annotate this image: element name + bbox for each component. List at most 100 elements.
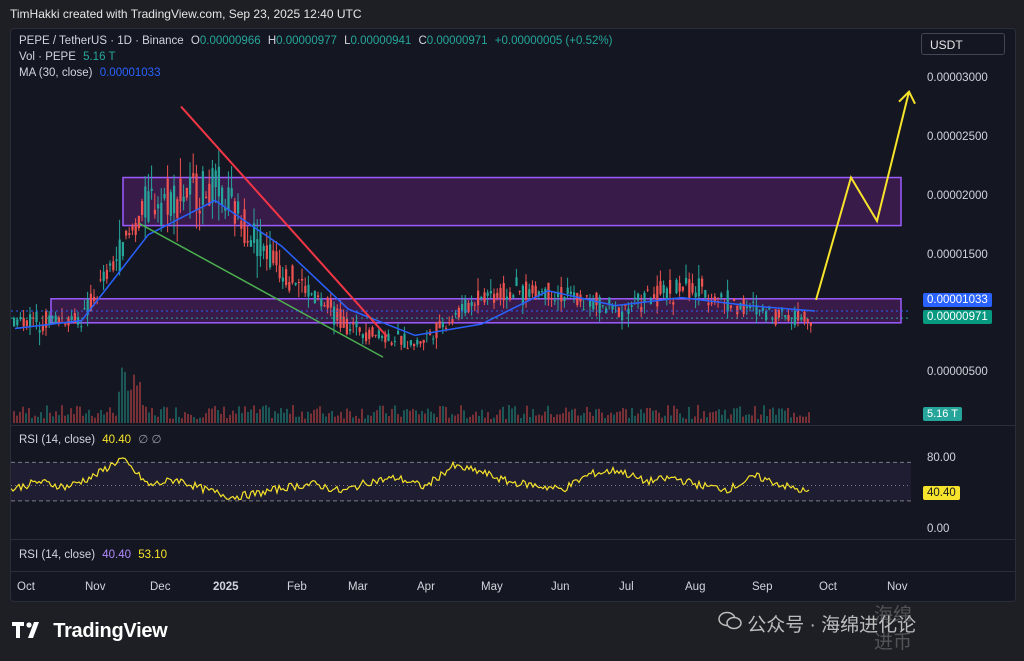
candle-body xyxy=(409,340,412,346)
change-value: +0.00000005 (+0.52%) xyxy=(494,35,613,47)
candle-body xyxy=(48,315,51,324)
tradingview-logo[interactable]: TradingView xyxy=(12,620,168,643)
volume-label[interactable]: Vol · PEPE xyxy=(19,51,76,63)
candle-body xyxy=(454,312,457,315)
volume-bar xyxy=(163,406,165,423)
ma-label[interactable]: MA (30, close) xyxy=(19,67,93,79)
candle-body xyxy=(630,305,633,308)
volume-bar xyxy=(595,409,597,423)
pane-separator[interactable] xyxy=(11,425,1015,426)
volume-bar xyxy=(739,406,741,423)
rsi-label[interactable]: RSI (14, close) xyxy=(19,434,95,446)
rsi-tag: 40.40 xyxy=(923,486,960,500)
volume-bar xyxy=(34,415,36,423)
chart-canvas[interactable] xyxy=(11,29,1015,601)
volume-bar xyxy=(169,418,171,423)
symbol-label[interactable]: PEPE / TetherUS · 1D · Binance xyxy=(19,35,184,47)
volume-bar xyxy=(424,413,426,423)
candle-body xyxy=(137,215,140,229)
volume-bar xyxy=(619,411,621,423)
candle-body xyxy=(675,279,678,294)
volume-bar xyxy=(154,415,156,423)
volume-bar xyxy=(343,418,345,423)
volume-bar xyxy=(208,408,210,423)
candle-body xyxy=(304,285,307,294)
candle-body xyxy=(262,245,265,251)
currency-button[interactable]: USDT xyxy=(921,33,1005,55)
volume-bar xyxy=(148,412,150,423)
x-tick: May xyxy=(481,581,503,593)
candle-body xyxy=(278,265,281,279)
volume-bar xyxy=(622,407,624,423)
volume-bar xyxy=(262,406,264,423)
candle-body xyxy=(217,166,220,197)
volume-bar xyxy=(808,412,810,423)
volume-bar xyxy=(94,417,96,423)
volume-bar xyxy=(430,411,432,423)
candle-body xyxy=(758,310,761,312)
candle-body xyxy=(704,290,707,298)
chart-frame[interactable]: PEPE / TetherUS · 1D · Binance O0.000009… xyxy=(10,28,1016,602)
volume-bar xyxy=(472,414,474,423)
candle-body xyxy=(83,308,86,310)
volume-bar xyxy=(439,406,441,423)
candle-body xyxy=(419,341,422,344)
volume-bar xyxy=(46,405,48,423)
volume-bar xyxy=(553,416,555,423)
volume-bar xyxy=(337,415,339,423)
volume-bar xyxy=(91,415,93,423)
volume-bar xyxy=(139,381,141,423)
x-tick: Sep xyxy=(752,581,773,593)
volume-bar xyxy=(718,409,720,423)
volume-bar xyxy=(370,415,372,423)
volume-bar xyxy=(631,407,633,423)
x-tick: Nov xyxy=(887,581,908,593)
candle-body xyxy=(416,339,419,345)
rsi2-label[interactable]: RSI (14, close) xyxy=(19,549,95,561)
volume-bar xyxy=(301,411,303,423)
volume-bar xyxy=(100,409,102,423)
candle-body xyxy=(441,321,444,328)
volume-bar xyxy=(547,405,549,423)
volume-bar xyxy=(757,418,759,423)
volume-bar xyxy=(493,417,495,423)
x-tick: Oct xyxy=(819,581,837,593)
candle-body xyxy=(246,240,249,243)
candle-body xyxy=(80,326,83,328)
candle-body xyxy=(211,168,214,203)
volume-bar xyxy=(289,413,291,423)
volume-bar xyxy=(199,417,201,423)
candle-body xyxy=(288,281,291,291)
pane-separator[interactable] xyxy=(11,539,1015,540)
volume-bar xyxy=(295,416,297,423)
candle-body xyxy=(697,278,700,297)
x-tick: Nov xyxy=(85,581,106,593)
volume-bar xyxy=(217,410,219,423)
volume-tag: 5.16 T xyxy=(923,407,962,421)
candle-body xyxy=(544,288,547,299)
candle-body xyxy=(313,291,316,304)
last-price-tag: 0.00000971 xyxy=(923,310,992,324)
volume-bar xyxy=(673,405,675,423)
candle-body xyxy=(710,302,713,304)
candle-body xyxy=(576,292,579,306)
volume-bar xyxy=(742,416,744,423)
volume-bar xyxy=(433,413,435,423)
candle-body xyxy=(582,309,585,311)
volume-bar xyxy=(88,409,90,423)
candle-body xyxy=(688,279,691,299)
candle-body xyxy=(25,320,28,326)
candle-body xyxy=(102,271,105,282)
volume-bar xyxy=(445,406,447,423)
candle-body xyxy=(144,186,147,218)
candle-body xyxy=(451,319,454,324)
volume-bar xyxy=(802,416,804,423)
candle-body xyxy=(310,293,313,295)
volume-bar xyxy=(136,385,138,423)
candle-body xyxy=(317,295,320,297)
volume-bar xyxy=(763,405,765,423)
volume-bar xyxy=(418,414,420,423)
volume-bar xyxy=(28,408,30,423)
tradingview-brand: TradingView xyxy=(53,620,168,642)
candle-body xyxy=(509,292,512,300)
